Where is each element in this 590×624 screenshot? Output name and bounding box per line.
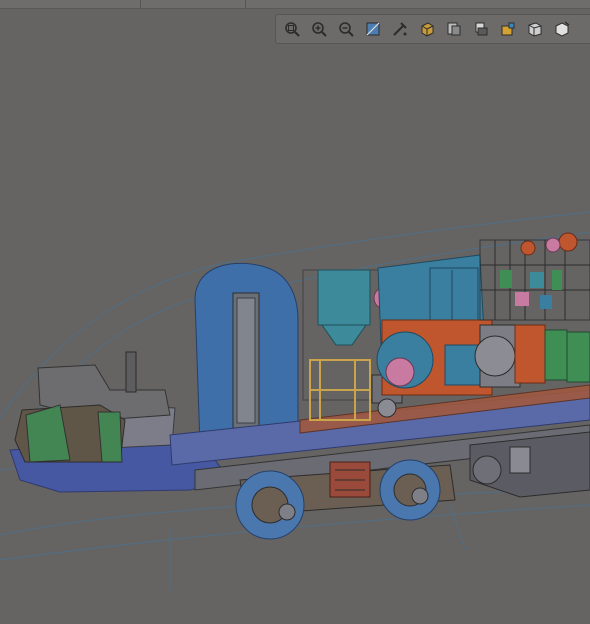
menu-bar: [0, 0, 590, 9]
zoom-out-icon[interactable]: [334, 17, 358, 41]
section-view-icon[interactable]: [442, 17, 466, 41]
zoom-in-icon[interactable]: [307, 17, 331, 41]
hide-show-icon[interactable]: [496, 17, 520, 41]
zoom-area-icon[interactable]: [361, 17, 385, 41]
view-orientation-icon[interactable]: [550, 17, 574, 41]
view-toolbar: [275, 14, 590, 44]
display-style-icon[interactable]: [469, 17, 493, 41]
menu-separator: [140, 0, 141, 8]
zoom-fit-icon[interactable]: [280, 17, 304, 41]
locomotive-3d-model: [0, 211, 590, 590]
edit-appearance-icon[interactable]: [523, 17, 547, 41]
model-viewport[interactable]: [0, 46, 590, 620]
rotate-view-icon[interactable]: [415, 17, 439, 41]
pan-icon[interactable]: [388, 17, 412, 41]
menu-separator: [245, 0, 246, 8]
